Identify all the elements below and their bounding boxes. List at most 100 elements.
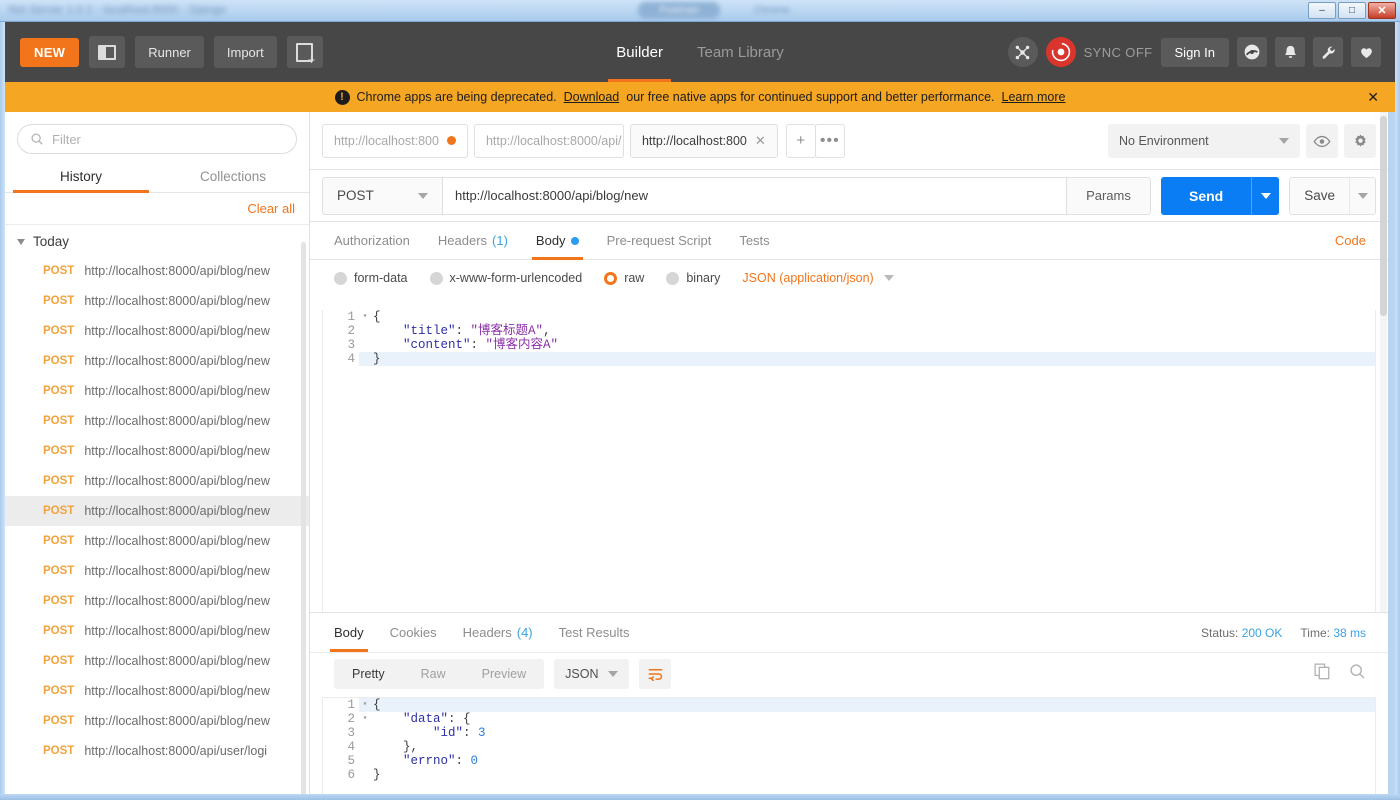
history-item[interactable]: POST http://localhost:8000/api/blog/new xyxy=(5,706,309,736)
banner-learn-more-link[interactable]: Learn more xyxy=(1002,90,1066,104)
sidebar-scrollbar[interactable] xyxy=(301,242,306,794)
toolbar-right: SYNC OFF Sign In xyxy=(1007,22,1381,82)
import-button[interactable]: Import xyxy=(213,36,277,68)
history-item[interactable]: POST http://localhost:8000/api/blog/new xyxy=(5,376,309,406)
request-body-line: 2 "title": "博客标题A", xyxy=(323,324,1375,338)
history-item[interactable]: POST http://localhost:8000/api/blog/new xyxy=(5,586,309,616)
response-tab-body[interactable]: Body xyxy=(330,614,368,652)
sync-status-button[interactable] xyxy=(1045,37,1076,67)
environment-selector[interactable]: No Environment xyxy=(1108,124,1300,158)
new-window-button[interactable] xyxy=(286,36,323,68)
response-tab-cookies[interactable]: Cookies xyxy=(390,614,437,652)
response-tab-headers[interactable]: Headers (4) xyxy=(463,614,533,652)
banner-close-button[interactable]: ✕ xyxy=(1367,89,1379,106)
subtab-headers[interactable]: Headers (1) xyxy=(438,222,508,260)
sidebar-toggle-button[interactable] xyxy=(89,36,126,68)
history-item[interactable]: POST http://localhost:8000/api/blog/new xyxy=(5,316,309,346)
body-type-urlencoded[interactable]: x-www-form-urlencoded xyxy=(429,271,582,285)
new-request-tab-button[interactable]: + xyxy=(785,123,816,158)
history-item-method: POST xyxy=(43,535,75,547)
sign-in-button[interactable]: Sign In xyxy=(1160,37,1229,67)
fold-toggle-icon[interactable]: ▾ xyxy=(359,712,371,726)
request-tab[interactable]: http://localhost:800 ✕ xyxy=(629,123,778,158)
environment-settings-button[interactable] xyxy=(1344,124,1376,158)
word-wrap-button[interactable] xyxy=(639,659,672,689)
body-type-binary[interactable]: binary xyxy=(666,271,720,285)
search-response-button[interactable] xyxy=(1349,663,1366,685)
send-button[interactable]: Send xyxy=(1161,188,1251,204)
save-options-button[interactable] xyxy=(1349,177,1375,214)
response-view-mode-group: Pretty Raw Preview xyxy=(334,659,545,689)
history-item[interactable]: POST http://localhost:8000/api/blog/new xyxy=(5,286,309,316)
history-item[interactable]: POST http://localhost:8000/api/blog/new xyxy=(5,556,309,586)
history-item[interactable]: POST http://localhost:8000/api/blog/new xyxy=(5,496,309,526)
os-tab-primary[interactable]: Postman xyxy=(638,2,720,19)
history-item[interactable]: POST http://localhost:8000/api/blog/new xyxy=(5,616,309,646)
request-url-input[interactable]: http://localhost:8000/api/blog/new xyxy=(442,176,1067,215)
filter-input[interactable]: Filter xyxy=(17,124,297,154)
tab-builder[interactable]: Builder xyxy=(608,22,671,82)
view-mode-preview[interactable]: Preview xyxy=(464,659,544,689)
response-tab-test-results[interactable]: Test Results xyxy=(559,614,630,652)
main-scrollbar[interactable] xyxy=(1380,112,1387,794)
fold-toggle-icon[interactable]: ▾ xyxy=(359,310,371,324)
tab-team-library[interactable]: Team Library xyxy=(697,22,784,82)
copy-response-button[interactable] xyxy=(1314,663,1331,685)
history-item-url: http://localhost:8000/api/blog/new xyxy=(84,684,270,698)
close-window-button[interactable]: ✕ xyxy=(1368,2,1396,19)
response-body-editor[interactable]: 1 ▾{2 ▾ "data": {3 "id": 34 }, 5 "errno": 0… xyxy=(322,697,1376,794)
minimize-button[interactable]: – xyxy=(1308,2,1336,19)
history-item[interactable]: POST http://localhost:8000/api/blog/new xyxy=(5,646,309,676)
http-method-selector[interactable]: POST xyxy=(322,176,442,215)
history-item[interactable]: POST http://localhost:8000/api/blog/new xyxy=(5,256,309,286)
help-button[interactable] xyxy=(1237,37,1267,67)
runner-button[interactable]: Runner xyxy=(135,36,204,68)
body-type-form-data[interactable]: form-data xyxy=(334,271,408,285)
new-button[interactable]: NEW xyxy=(20,37,80,67)
subtab-authorization[interactable]: Authorization xyxy=(334,222,410,260)
environment-quick-look-button[interactable] xyxy=(1306,124,1338,158)
view-mode-pretty[interactable]: Pretty xyxy=(334,659,403,689)
interceptor-button[interactable] xyxy=(1007,37,1038,67)
response-tabs: Body Cookies Headers (4) Test Results St… xyxy=(310,613,1388,653)
response-tab-headers-label: Headers xyxy=(462,625,512,640)
notifications-button[interactable] xyxy=(1275,37,1305,67)
tab-options-button[interactable]: ••• xyxy=(814,123,845,158)
subtab-body[interactable]: Body xyxy=(531,222,583,260)
history-item-method: POST xyxy=(43,475,75,487)
history-item[interactable]: POST http://localhost:8000/api/blog/new xyxy=(5,676,309,706)
close-tab-icon[interactable]: ✕ xyxy=(755,133,766,149)
search-icon xyxy=(1350,664,1365,679)
history-item[interactable]: POST http://localhost:8000/api/blog/new xyxy=(5,526,309,556)
response-format-selector[interactable]: JSON xyxy=(554,659,630,689)
code-link[interactable]: Code xyxy=(1335,233,1366,248)
content-type-selector[interactable]: JSON (application/json) xyxy=(742,271,894,285)
tab-history[interactable]: History xyxy=(5,160,157,193)
send-options-button[interactable] xyxy=(1251,176,1280,215)
view-mode-raw[interactable]: Raw xyxy=(403,659,464,689)
line-number: 6 xyxy=(323,768,359,782)
save-button[interactable]: Save xyxy=(1290,188,1349,203)
os-tab-secondary[interactable]: Chrome xyxy=(745,2,799,19)
history-item[interactable]: POST http://localhost:8000/api/blog/new xyxy=(5,406,309,436)
body-type-raw[interactable]: raw xyxy=(604,271,644,285)
history-item[interactable]: POST http://localhost:8000/api/blog/new xyxy=(5,346,309,376)
scrollbar-thumb[interactable] xyxy=(1380,116,1387,316)
clear-all-button[interactable]: Clear all xyxy=(247,201,295,216)
tab-collections[interactable]: Collections xyxy=(157,160,309,192)
favorites-button[interactable] xyxy=(1351,37,1381,67)
fold-toggle-icon[interactable]: ▾ xyxy=(359,698,371,712)
settings-wrench-button[interactable] xyxy=(1313,37,1343,67)
history-item[interactable]: POST http://localhost:8000/api/blog/new xyxy=(5,466,309,496)
banner-download-link[interactable]: Download xyxy=(564,90,620,104)
subtab-tests[interactable]: Tests xyxy=(739,222,769,260)
history-item[interactable]: POST http://localhost:8000/api/user/logi xyxy=(5,736,309,766)
subtab-pre-request-script[interactable]: Pre-request Script xyxy=(607,222,712,260)
request-tab[interactable]: http://localhost:8000/api/ xyxy=(473,123,624,158)
request-tab[interactable]: http://localhost:800 xyxy=(322,123,468,158)
history-group-today[interactable]: Today xyxy=(5,225,309,256)
restore-button[interactable]: □ xyxy=(1338,2,1366,19)
history-item[interactable]: POST http://localhost:8000/api/blog/new xyxy=(5,436,309,466)
params-button[interactable]: Params xyxy=(1066,176,1151,215)
history-item-method: POST xyxy=(43,595,75,607)
